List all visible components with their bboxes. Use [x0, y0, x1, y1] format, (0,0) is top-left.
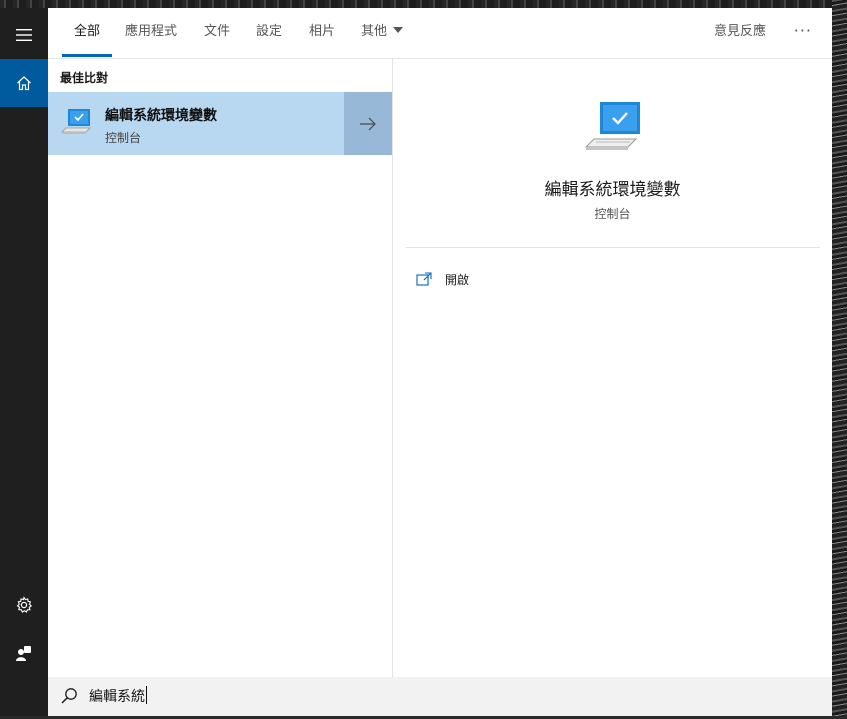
best-match-title: 編輯系統環境變數 — [105, 108, 217, 124]
best-match-open-area[interactable]: 編輯系統環境變數 控制台 — [48, 92, 343, 155]
search-bar[interactable]: 編輯系統 — [48, 677, 832, 716]
tab-all[interactable]: 全部 — [61, 8, 113, 58]
best-match-result[interactable]: 編輯系統環境變數 控制台 — [48, 92, 392, 155]
best-match-subtitle: 控制台 — [105, 131, 142, 145]
hamburger-menu-button[interactable] — [0, 11, 48, 59]
tab-photos[interactable]: 相片 — [309, 8, 335, 58]
home-icon — [17, 76, 31, 91]
open-icon — [416, 272, 432, 286]
control-panel-monitor-icon — [61, 109, 91, 134]
open-action[interactable]: 開啟 — [416, 269, 469, 289]
home-button[interactable] — [0, 59, 48, 107]
detail-subtitle: 控制台 — [594, 207, 631, 221]
control-panel-monitor-icon — [584, 102, 640, 150]
hamburger-menu-icon — [16, 29, 32, 41]
tab-settings[interactable]: 設定 — [256, 8, 282, 58]
search-window: 全部 應用程式 文件 設定 相片 其他 意見反應 ··· 最佳比對 編輯系統環境… — [0, 8, 832, 716]
results-pane: 最佳比對 編輯系統環境變數 控制台 — [48, 59, 392, 677]
desktop-background-top — [0, 0, 847, 8]
settings-button[interactable] — [0, 581, 48, 629]
arrow-right-icon — [360, 117, 376, 130]
detail-title: 編輯系統環境變數 — [544, 180, 681, 200]
user-icon — [16, 646, 31, 661]
expand-details-button[interactable] — [344, 92, 392, 155]
search-input[interactable]: 編輯系統 — [89, 677, 147, 716]
text-cursor — [146, 686, 147, 704]
tab-more[interactable]: 其他 — [361, 8, 404, 58]
chevron-down-icon — [393, 27, 404, 33]
tab-apps[interactable]: 應用程式 — [125, 8, 177, 58]
account-button[interactable] — [0, 629, 48, 677]
tab-more-label: 其他 — [361, 24, 388, 39]
feedback-button[interactable]: 意見反應 — [714, 8, 766, 56]
search-icon — [61, 688, 77, 704]
search-input-value: 編輯系統 — [89, 689, 145, 705]
tab-documents[interactable]: 文件 — [204, 8, 230, 58]
desktop-background-right — [832, 0, 847, 719]
more-options-button[interactable]: ··· — [794, 8, 812, 54]
detail-divider — [405, 247, 820, 248]
open-action-label: 開啟 — [445, 272, 470, 287]
gear-icon — [16, 596, 33, 613]
left-rail — [0, 8, 48, 716]
filter-tabs-bar: 全部 應用程式 文件 設定 相片 其他 意見反應 ··· — [48, 8, 832, 59]
best-match-heading: 最佳比對 — [60, 71, 109, 85]
detail-pane: 編輯系統環境變數 控制台 開啟 — [393, 59, 832, 677]
